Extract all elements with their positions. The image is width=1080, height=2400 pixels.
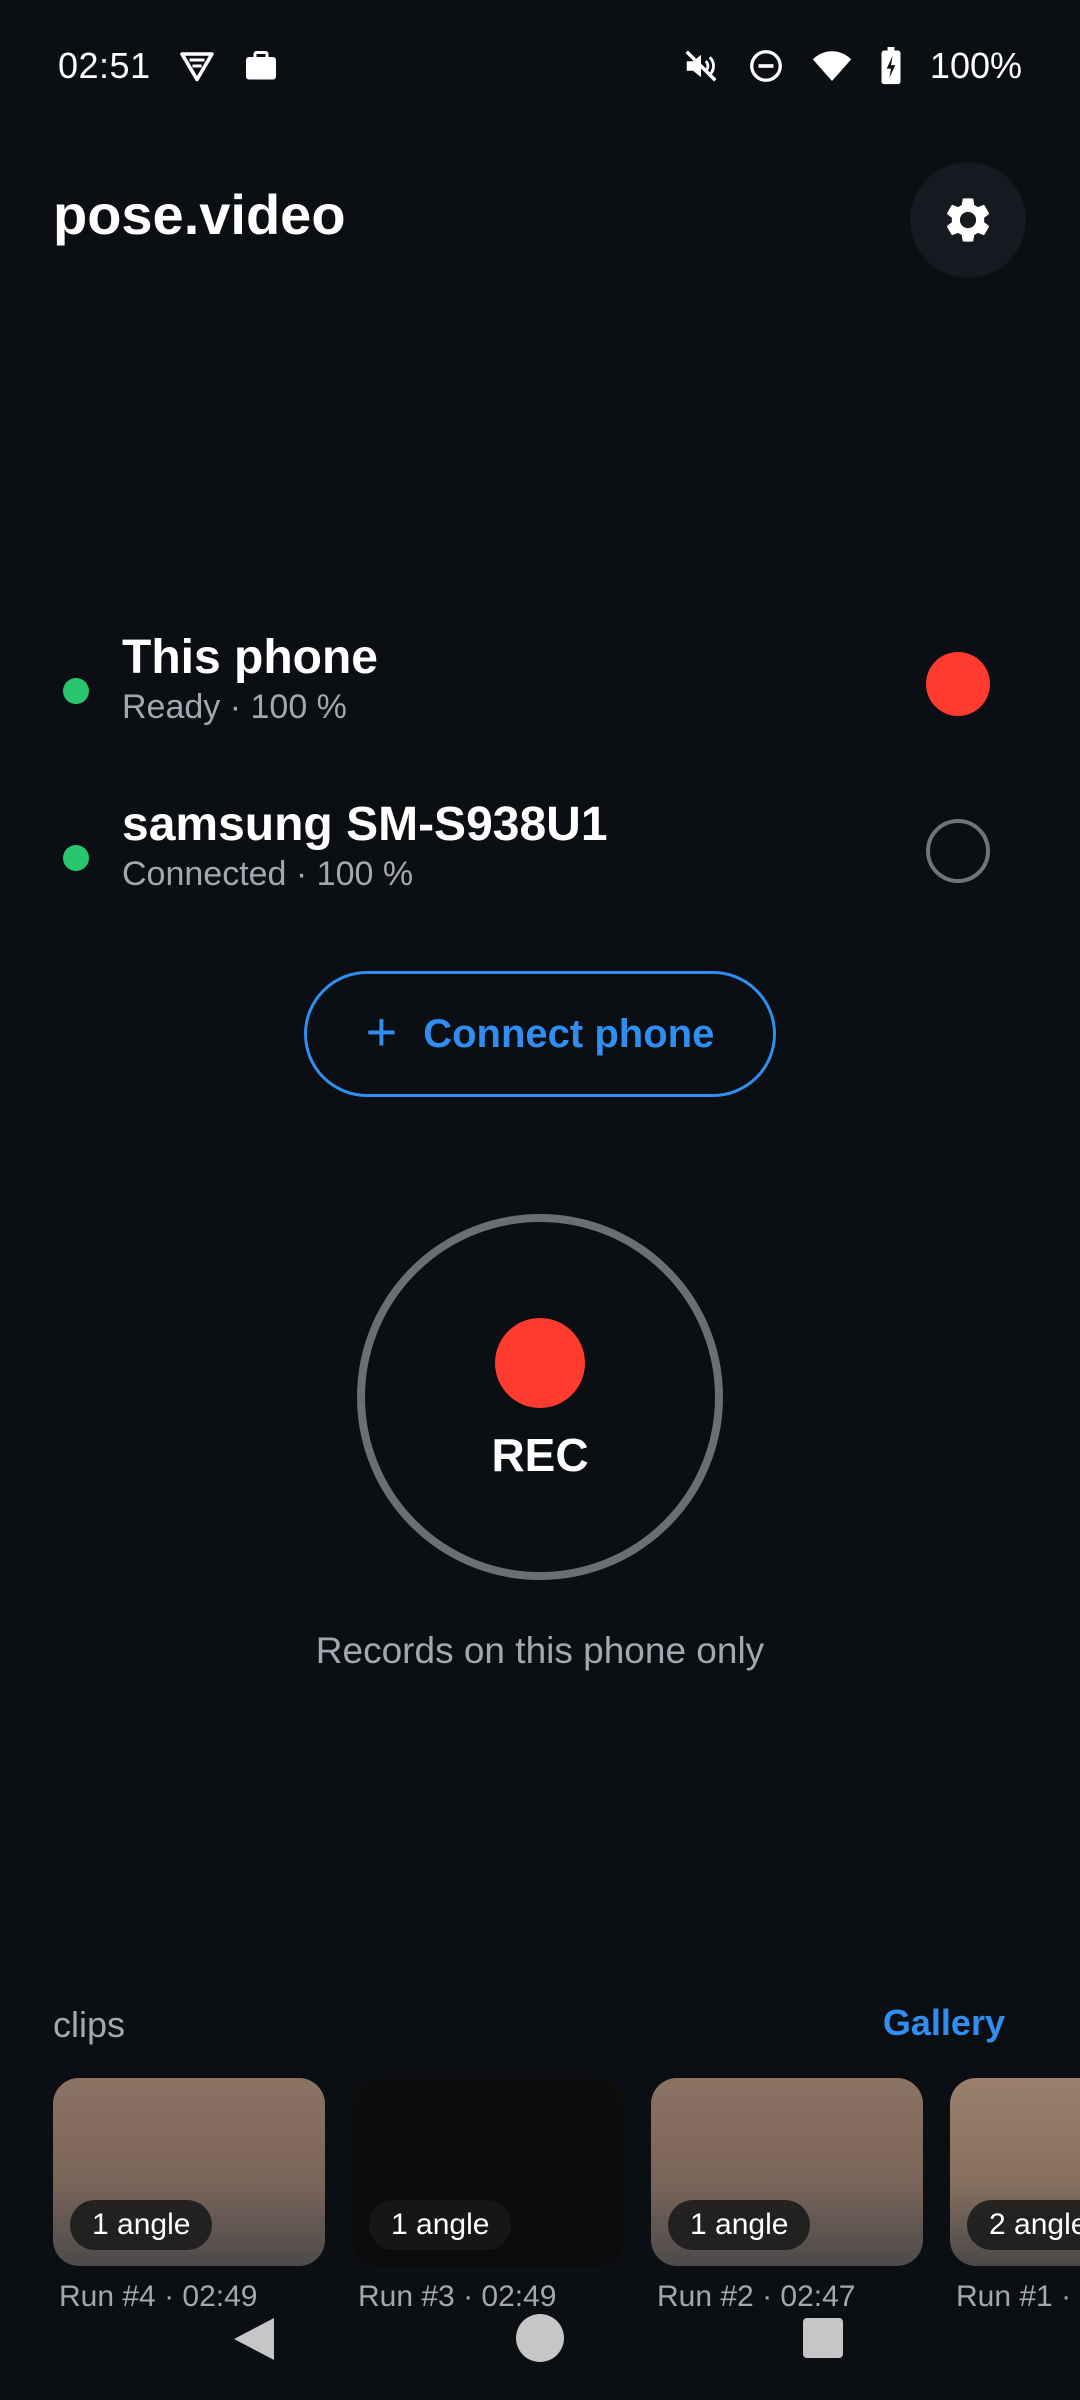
mute-icon — [682, 47, 720, 85]
angle-count-badge: 1 angle — [369, 2200, 512, 2250]
clip-caption: Run #1 · — [956, 2280, 1072, 2313]
online-status-dot — [63, 678, 89, 704]
briefcase-icon — [243, 48, 279, 84]
connect-phone-label: Connect phone — [423, 1011, 715, 1056]
clip-thumbnail[interactable]: 2 angles — [950, 2078, 1080, 2266]
clip-card[interactable]: 1 angle Run #2 · 02:47 — [651, 2078, 923, 2314]
status-bar: 02:51 100% — [58, 36, 1022, 96]
clip-card[interactable]: 1 angle Run #4 · 02:49 — [53, 2078, 325, 2314]
dnd-icon — [748, 48, 784, 84]
clip-thumbnail[interactable]: 1 angle — [352, 2078, 624, 2266]
clip-thumbnail[interactable]: 1 angle — [53, 2078, 325, 2266]
settings-button[interactable] — [910, 162, 1026, 278]
device-row-this-phone[interactable]: This phone Ready · 100 % — [0, 630, 1080, 750]
battery-percent: 100% — [929, 45, 1022, 86]
recents-icon[interactable] — [803, 2318, 843, 2358]
battery-charging-icon — [880, 47, 902, 85]
status-left: 02:51 — [58, 45, 279, 87]
clip-card[interactable]: 1 angle Run #3 · 02:49 — [352, 2078, 624, 2314]
online-status-dot — [63, 845, 89, 871]
wifi-icon — [812, 48, 852, 84]
gear-icon — [946, 198, 990, 242]
record-toggle-icon[interactable] — [926, 819, 990, 883]
status-time: 02:51 — [58, 45, 151, 86]
gallery-link[interactable]: Gallery — [883, 2002, 1005, 2044]
clip-caption: Run #3 · 02:49 — [358, 2280, 557, 2313]
clip-thumbnail[interactable]: 1 angle — [651, 2078, 923, 2266]
app-screen: 02:51 100% pose.video This phone Ready ·… — [0, 0, 1080, 2400]
clip-card[interactable]: 2 angles Run #1 · — [950, 2078, 1080, 2314]
record-dot-icon — [495, 1318, 585, 1408]
back-icon[interactable] — [232, 2316, 276, 2367]
home-icon[interactable] — [516, 2314, 564, 2362]
plus-icon: + — [365, 1002, 398, 1062]
recording-indicator-icon[interactable] — [926, 652, 990, 716]
device-name: samsung SM-S938U1 — [122, 798, 608, 851]
clips-section-title: clips — [53, 2004, 126, 2045]
device-row-samsung[interactable]: samsung SM-S938U1 Connected · 100 % — [0, 797, 1080, 917]
vpn-icon — [179, 48, 215, 84]
angle-count-badge: 1 angle — [668, 2200, 811, 2250]
connect-phone-button[interactable]: + Connect phone — [304, 971, 776, 1097]
angle-count-badge: 1 angle — [70, 2200, 213, 2250]
record-label: REC — [491, 1429, 589, 1481]
navigation-bar — [0, 2310, 1080, 2370]
angle-count-badge: 2 angles — [967, 2200, 1080, 2250]
record-caption: Records on this phone only — [315, 1630, 765, 1671]
device-status: Ready · 100 % — [122, 688, 347, 726]
record-button[interactable]: REC — [357, 1214, 723, 1580]
status-right: 100% — [682, 45, 1022, 87]
app-title: pose.video — [53, 183, 346, 246]
device-name: This phone — [122, 631, 378, 684]
clip-caption: Run #2 · 02:47 — [657, 2280, 856, 2313]
device-status: Connected · 100 % — [122, 855, 414, 893]
clip-caption: Run #4 · 02:49 — [59, 2280, 258, 2313]
